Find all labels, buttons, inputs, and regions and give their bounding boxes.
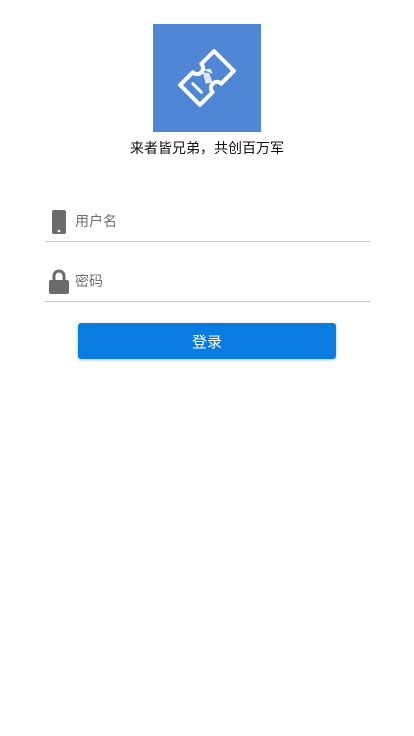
password-input[interactable] — [75, 268, 365, 296]
login-page: 来者皆兄弟，共创百万军 登录 — [0, 0, 414, 736]
phone-icon — [47, 208, 71, 236]
username-field — [45, 202, 370, 242]
slogan-text: 来者皆兄弟，共创百万军 — [130, 141, 284, 157]
login-button[interactable]: 登录 — [78, 323, 336, 359]
lock-icon — [47, 268, 71, 296]
ticket-icon — [178, 49, 236, 107]
app-logo — [153, 24, 261, 132]
username-input[interactable] — [75, 208, 365, 236]
password-field — [45, 262, 370, 302]
